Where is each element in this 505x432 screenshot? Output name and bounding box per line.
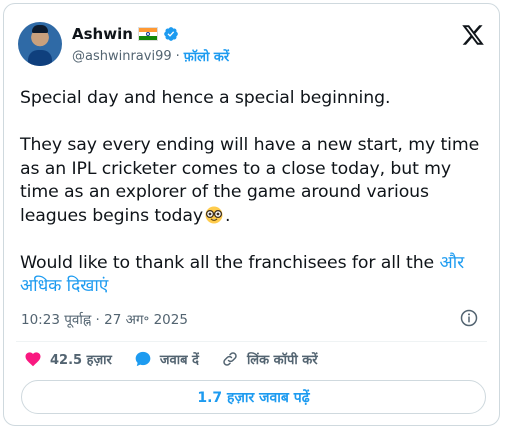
author-handle-row: @ashwinravi99 · फ़ॉलो करें xyxy=(72,47,229,66)
separator: · xyxy=(175,48,180,64)
action-bar: 42.5 हज़ार जवाब दें लिंक कॉपी करें xyxy=(24,348,340,370)
reply-button[interactable]: जवाब दें xyxy=(134,350,199,368)
nerd-face-emoji xyxy=(205,206,223,223)
tweet-paragraph-2-end: . xyxy=(225,205,231,226)
heart-icon xyxy=(25,352,41,367)
link-icon xyxy=(223,352,237,366)
x-logo-icon[interactable] xyxy=(461,23,485,47)
verified-badge-icon xyxy=(164,27,178,41)
like-count: 42.5 हज़ार xyxy=(50,353,112,368)
info-icon[interactable] xyxy=(459,308,479,328)
tweet-paragraph-2-text: They say every ending will have a new st… xyxy=(20,135,480,226)
copy-link-button[interactable]: लिंक कॉपी करें xyxy=(221,350,318,368)
divider xyxy=(16,341,487,342)
avatar[interactable] xyxy=(18,22,62,66)
tweet-paragraph-1: Special day and hence a special beginnin… xyxy=(20,88,391,108)
author-handle[interactable]: @ashwinravi99 xyxy=(72,49,172,64)
india-flag-icon xyxy=(137,27,158,41)
author-name-row: Ashwin xyxy=(72,25,179,43)
author-name[interactable]: Ashwin xyxy=(72,25,133,43)
read-replies-button[interactable]: 1.7 हज़ार जवाब पढ़ें xyxy=(21,380,486,414)
tweet-paragraph-3-text: Would like to thank all the franchisees … xyxy=(20,252,440,273)
like-button[interactable]: 42.5 हज़ार xyxy=(24,350,112,368)
tweet-card[interactable]: Ashwin @ashwinravi99 · फ़ॉलो करें Specia… xyxy=(3,3,500,426)
tweet-text: Special day and hence a special beginnin… xyxy=(20,87,490,322)
follow-button[interactable]: फ़ॉलो करें xyxy=(184,47,229,65)
reply-bubble-icon xyxy=(135,351,151,367)
timestamp[interactable]: 10:23 पूर्वाह्न · 27 अग॰ 2025 xyxy=(21,310,188,328)
tweet-paragraph-2: They say every ending will have a new st… xyxy=(20,134,490,228)
tweet-paragraph-3: Would like to thank all the franchisees … xyxy=(20,252,490,299)
reply-label: जवाब दें xyxy=(159,353,199,368)
copy-link-label: लिंक कॉपी करें xyxy=(246,353,318,368)
